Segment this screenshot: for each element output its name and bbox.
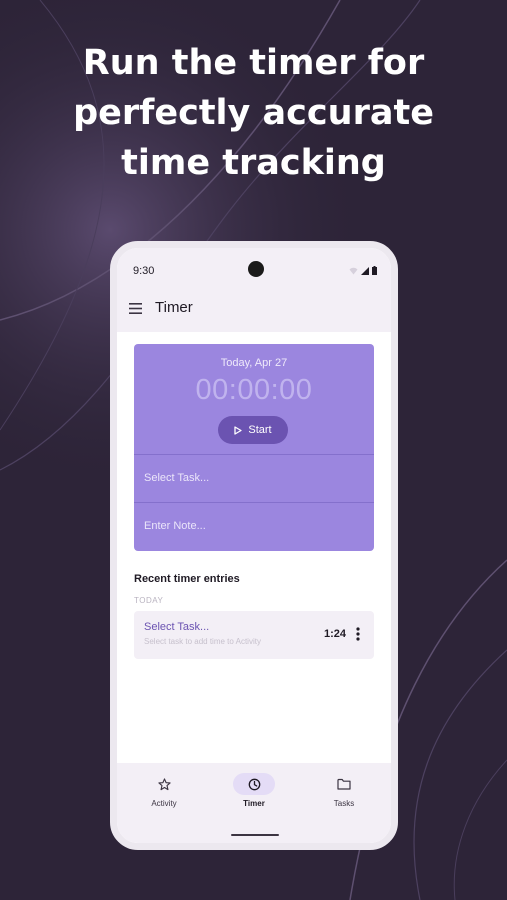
headline-line-1: Run the timer for	[82, 43, 425, 83]
camera-cutout	[248, 261, 264, 277]
nav-label-tasks: Tasks	[333, 799, 355, 808]
timer-card: Today, Apr 27 00:00:00 Start Select Task…	[134, 344, 374, 551]
start-button-label: Start	[248, 424, 272, 436]
more-vert-icon[interactable]	[355, 626, 361, 642]
select-task-field[interactable]: Select Task...	[134, 454, 374, 501]
select-task-placeholder: Select Task...	[144, 472, 210, 484]
phone-frame: 9:30 Timer Today, Apr 27 00:00:00 Start …	[110, 241, 398, 850]
nav-item-activity[interactable]: Activity	[134, 773, 194, 808]
nav-label-timer: Timer	[243, 799, 265, 808]
entry-hint: Select task to add time to Activity	[144, 637, 261, 646]
battery-icon	[372, 266, 377, 275]
app-bar: Timer	[117, 286, 391, 332]
note-field[interactable]: Enter Note...	[134, 502, 374, 549]
recent-entries-title: Recent timer entries	[134, 573, 240, 585]
page-title: Timer	[155, 299, 193, 316]
timer-date: Today, Apr 27	[220, 357, 288, 369]
status-bar: 9:30	[117, 248, 391, 286]
clock-icon	[248, 778, 260, 790]
play-icon	[234, 425, 243, 435]
bottom-navigation: Activity Timer Tasks	[117, 763, 391, 843]
headline-line-2: perfectly accurate	[73, 93, 434, 133]
nav-label-activity: Activity	[151, 799, 177, 808]
wifi-icon	[349, 267, 358, 275]
menu-icon[interactable]	[129, 303, 142, 314]
home-indicator	[231, 834, 279, 836]
status-icons	[349, 266, 377, 275]
nav-item-tasks[interactable]: Tasks	[314, 773, 374, 808]
promo-headline: Run the timer for perfectly accurate tim…	[0, 38, 507, 188]
headline-line-3: time tracking	[121, 143, 386, 183]
timer-elapsed: 00:00:00	[195, 374, 313, 406]
note-placeholder: Enter Note...	[144, 520, 206, 532]
nav-item-timer[interactable]: Timer	[224, 773, 284, 808]
entry-task: Select Task...	[144, 621, 210, 633]
timer-entry-row[interactable]: Select Task... Select task to add time t…	[134, 611, 374, 659]
folder-icon	[337, 778, 351, 790]
status-time: 9:30	[133, 265, 155, 277]
group-label-today: TODAY	[134, 596, 164, 605]
app-screen: 9:30 Timer Today, Apr 27 00:00:00 Start …	[117, 248, 391, 843]
signal-icon	[361, 267, 369, 275]
star-icon	[157, 777, 171, 790]
entry-duration: 1:24	[323, 628, 346, 640]
start-button[interactable]: Start	[218, 416, 288, 444]
